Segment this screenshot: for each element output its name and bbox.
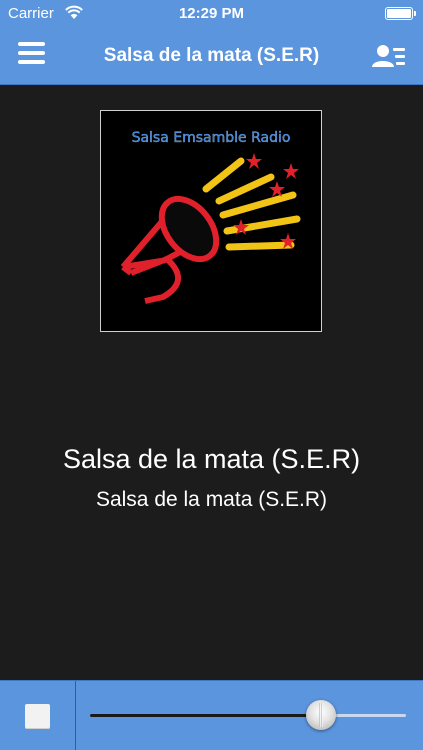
status-bar: Carrier 12:29 PM	[0, 0, 423, 28]
navigation-bar: Salsa de la mata (S.E.R)	[0, 28, 423, 85]
stop-button[interactable]	[25, 704, 50, 729]
battery-icon	[385, 7, 416, 20]
divider	[75, 681, 76, 750]
page-title: Salsa de la mata (S.E.R)	[103, 45, 320, 66]
station-subtitle: Salsa de la mata (S.E.R)	[95, 488, 328, 511]
menu-icon-line	[18, 42, 45, 46]
clock: 12:29 PM	[178, 5, 245, 22]
battery-fill	[387, 9, 411, 18]
station-logo: Salsa Emsamble Radio	[120, 130, 301, 304]
volume-slider-fill	[90, 714, 321, 717]
menu-icon-line	[18, 51, 45, 55]
player-controls	[0, 680, 423, 750]
volume-slider-thumb[interactable]	[305, 700, 336, 730]
station-title: Salsa de la mata (S.E.R)	[62, 444, 361, 474]
contacts-icon[interactable]	[369, 40, 409, 72]
station-artwork: Salsa Emsamble Radio	[100, 110, 322, 332]
player-screen: Salsa Emsamble Radio Salsa de la mata (S…	[0, 86, 423, 680]
logo-text: Salsa Emsamble Radio	[132, 130, 291, 146]
volume-slider[interactable]	[90, 700, 406, 730]
menu-button[interactable]	[18, 42, 52, 70]
battery-nub	[414, 11, 416, 16]
menu-icon-line	[18, 60, 45, 64]
